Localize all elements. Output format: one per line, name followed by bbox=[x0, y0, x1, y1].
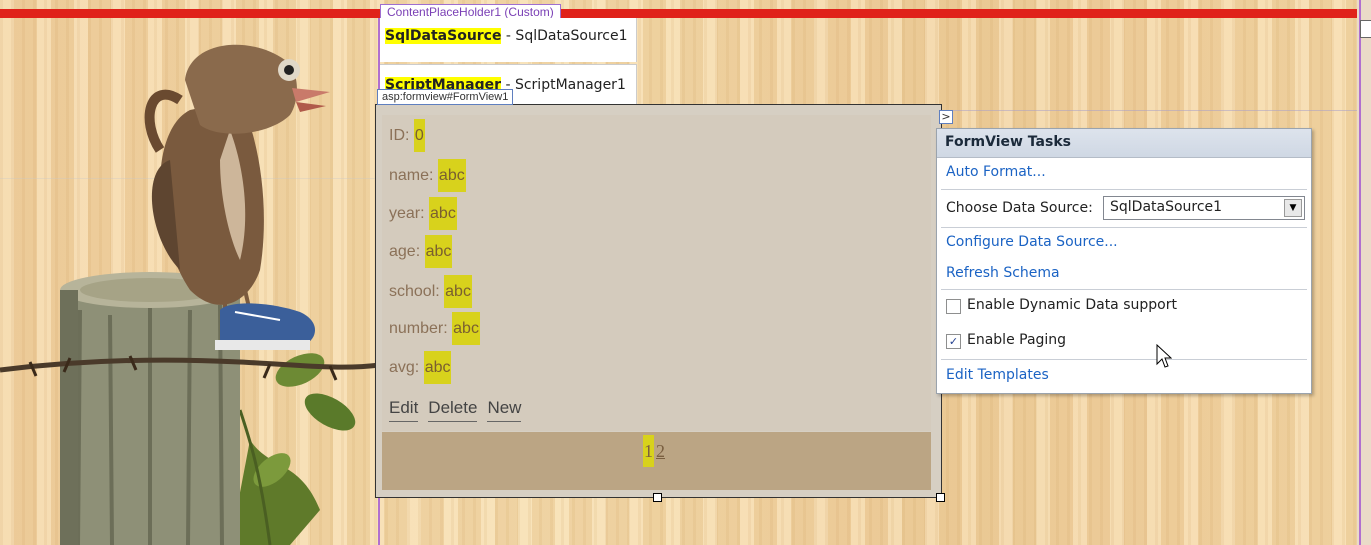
sqldatasource-component[interactable]: SqlDataSource - SqlDataSource1 bbox=[380, 18, 637, 62]
field-value: abc bbox=[423, 351, 452, 384]
bird-on-post-image bbox=[0, 44, 380, 545]
formview-command-links: Edit Delete New bbox=[389, 398, 531, 422]
resize-handle-corner[interactable] bbox=[936, 493, 945, 502]
layout-guide-line bbox=[940, 110, 1357, 111]
field-id: ID: 0 bbox=[389, 119, 425, 152]
new-link[interactable]: New bbox=[487, 398, 522, 422]
dynamic-data-checkbox[interactable] bbox=[946, 299, 961, 314]
field-label: number: bbox=[389, 320, 453, 337]
chevron-down-icon[interactable]: ▼ bbox=[1284, 199, 1302, 217]
pager-current-page: 1 bbox=[643, 435, 654, 467]
separator bbox=[941, 189, 1307, 190]
field-label: age: bbox=[389, 243, 425, 260]
sneaker bbox=[215, 303, 316, 350]
wren-bird bbox=[144, 44, 330, 313]
separator bbox=[941, 359, 1307, 360]
dynamic-data-label: Enable Dynamic Data support bbox=[967, 297, 1177, 313]
field-label: ID: bbox=[389, 127, 414, 144]
formview-tag[interactable]: asp:formview#FormView1 bbox=[377, 89, 514, 105]
field-age: age: abc bbox=[389, 235, 453, 268]
field-label: school: bbox=[389, 283, 445, 300]
field-year: year: abc bbox=[389, 197, 457, 230]
field-name: name: abc bbox=[389, 159, 466, 192]
resize-handle-bottom[interactable] bbox=[653, 493, 662, 502]
choose-data-source-label: Choose Data Source: bbox=[946, 200, 1093, 216]
enable-paging-checkbox[interactable]: ✓ bbox=[946, 334, 961, 349]
field-value: 0 bbox=[413, 119, 425, 152]
formview-tasks-panel: FormView Tasks Auto Format... Choose Dat… bbox=[936, 128, 1312, 394]
enable-paging-label: Enable Paging bbox=[967, 332, 1067, 348]
component-type: SqlDataSource bbox=[385, 28, 502, 44]
right-edge-strip bbox=[1357, 0, 1371, 545]
pager: 12 bbox=[643, 435, 665, 467]
separator bbox=[941, 289, 1307, 290]
field-value: abc bbox=[444, 275, 472, 308]
field-value: abc bbox=[437, 159, 466, 192]
pager-page-link[interactable]: 2 bbox=[656, 441, 665, 461]
component-name: - SqlDataSource1 bbox=[501, 28, 628, 44]
edit-templates-link[interactable]: Edit Templates bbox=[946, 367, 1049, 383]
field-school: school: abc bbox=[389, 275, 472, 308]
data-source-select[interactable]: SqlDataSource1 ▼ bbox=[1103, 196, 1305, 220]
field-value: abc bbox=[429, 197, 457, 230]
tasks-panel-title: FormView Tasks bbox=[945, 134, 1071, 150]
corner-box bbox=[1360, 20, 1371, 38]
field-label: avg: bbox=[389, 359, 424, 376]
tasks-panel-header: FormView Tasks bbox=[937, 129, 1311, 158]
mouse-pointer-icon bbox=[1156, 344, 1172, 368]
fence-post bbox=[60, 272, 240, 545]
field-label: year: bbox=[389, 205, 430, 222]
edit-link[interactable]: Edit bbox=[389, 398, 419, 422]
field-number: number: abc bbox=[389, 312, 480, 345]
field-value: abc bbox=[452, 312, 480, 345]
refresh-schema-link[interactable]: Refresh Schema bbox=[946, 265, 1060, 281]
field-value: abc bbox=[424, 235, 453, 268]
data-source-selected: SqlDataSource1 bbox=[1110, 199, 1223, 215]
auto-format-link[interactable]: Auto Format... bbox=[946, 164, 1046, 180]
field-label: name: bbox=[389, 167, 438, 184]
component-name: - ScriptManager1 bbox=[501, 77, 626, 93]
field-avg: avg: abc bbox=[389, 351, 452, 384]
separator bbox=[941, 227, 1307, 228]
page-top-bar bbox=[0, 9, 1365, 18]
delete-link[interactable]: Delete bbox=[428, 398, 478, 422]
smart-tag-chevron-icon[interactable]: > bbox=[939, 110, 953, 124]
configure-data-source-link[interactable]: Configure Data Source... bbox=[946, 234, 1118, 250]
